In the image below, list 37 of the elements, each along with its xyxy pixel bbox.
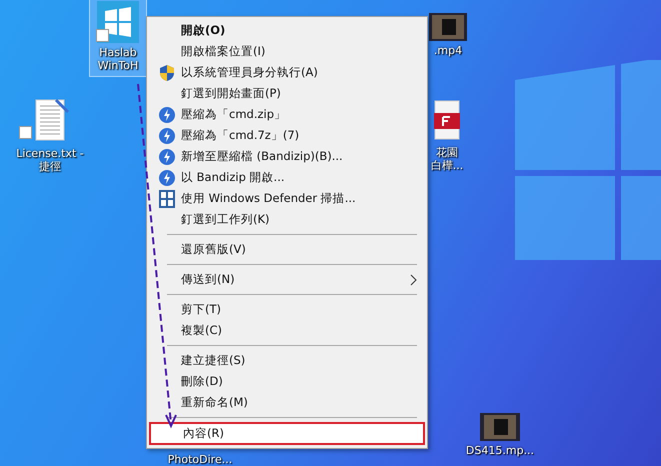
menu-item[interactable]: 壓縮為「cmd.zip」	[149, 104, 425, 125]
menu-item[interactable]: 重新命名(M)	[149, 392, 425, 413]
desktop-icon[interactable]: 花園 白樺...	[428, 96, 466, 177]
menu-item[interactable]: 壓縮為「cmd.7z」(7)	[149, 125, 425, 146]
menu-item[interactable]: 使用 Windows Defender 掃描...	[149, 188, 425, 209]
chevron-right-icon	[410, 274, 417, 286]
icon-label: License.txt - 捷徑	[16, 147, 84, 173]
menu-item[interactable]: 剪下(T)	[149, 299, 425, 320]
menu-item[interactable]: 複製(C)	[149, 320, 425, 341]
menu-item[interactable]: 釘選到開始畫面(P)	[149, 83, 425, 104]
lightning-disc-icon	[159, 128, 175, 144]
menu-item[interactable]: 釘選到工作列(K)	[149, 209, 425, 230]
menu-item[interactable]: 內容(R)	[149, 422, 425, 445]
icon-label: 花園 白樺...	[430, 146, 464, 172]
menu-item[interactable]: 傳送到(N)	[149, 269, 425, 290]
lightning-disc-icon	[159, 106, 175, 122]
menu-item[interactable]: 新增至壓縮檔 (Bandizip)(B)...	[149, 146, 425, 167]
menu-item[interactable]: 以系統管理員身分執行(A)	[149, 62, 425, 83]
desktop-icon[interactable]: .mp4	[428, 10, 468, 62]
menu-item[interactable]: 還原舊版(V)	[149, 239, 425, 260]
menu-item[interactable]: 開啟檔案位置(I)	[149, 41, 425, 62]
menu-item[interactable]: 建立捷徑(S)	[149, 350, 425, 371]
menu-item[interactable]: 刪除(D)	[149, 371, 425, 392]
shield-icon	[160, 64, 174, 80]
desktop-icon[interactable]: DS415.mp...	[460, 410, 540, 462]
menu-item[interactable]: 以 Bandizip 開啟...	[149, 167, 425, 188]
video-thumbnail-icon	[480, 413, 520, 441]
icon-label: DS415.mp...	[466, 444, 534, 457]
desktop-icon[interactable]: PhotoDire...	[160, 450, 240, 466]
menu-item[interactable]: 開啟(O)	[149, 20, 425, 41]
icon-label: PhotoDire...	[168, 453, 232, 466]
lightning-disc-icon	[159, 170, 175, 186]
icon-label: .mp4	[434, 44, 462, 57]
windows-logo-icon	[97, 1, 139, 43]
video-thumbnail-icon	[429, 13, 467, 41]
lightning-disc-icon	[159, 148, 175, 164]
icon-label: Haslab WinToH	[98, 46, 138, 72]
